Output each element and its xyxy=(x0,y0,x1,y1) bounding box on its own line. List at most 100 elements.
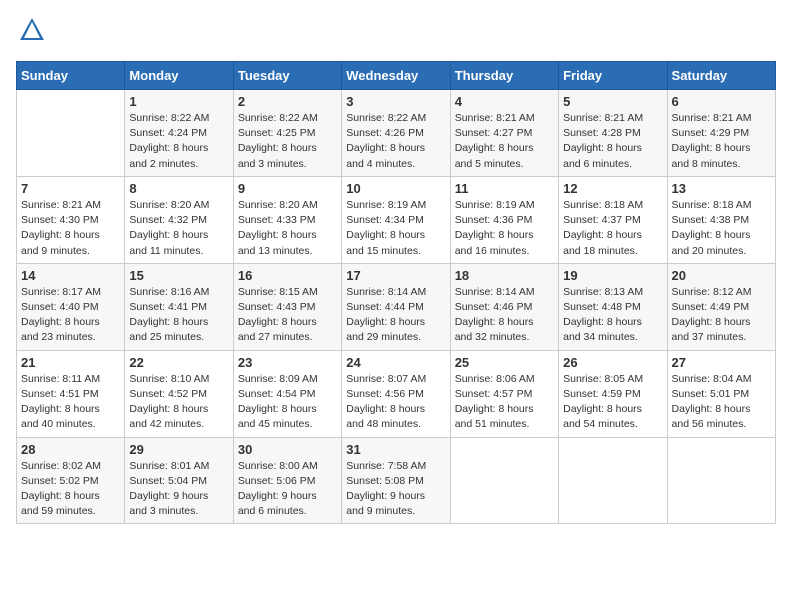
day-number: 27 xyxy=(672,355,771,370)
day-number: 17 xyxy=(346,268,445,283)
day-info: Sunrise: 8:10 AM Sunset: 4:52 PM Dayligh… xyxy=(129,372,228,433)
day-cell: 25 Sunrise: 8:06 AM Sunset: 4:57 PM Dayli… xyxy=(450,350,558,437)
week-row-3: 14Sunrise: 8:17 AM Sunset: 4:40 PM Dayli… xyxy=(17,263,776,350)
day-number: 26 xyxy=(563,355,662,370)
week-row-5: 28 Sunrise: 8:02 AM Sunset: 5:02 PM Dayli… xyxy=(17,437,776,524)
day-info: Sunrise: 8:09 AM Sunset: 4:54 PM Dayligh… xyxy=(238,372,337,433)
day-cell: 21 Sunrise: 8:11 AM Sunset: 4:51 PM Dayli… xyxy=(17,350,125,437)
day-cell: 30 Sunrise: 8:00 AM Sunset: 5:06 PM Dayli… xyxy=(233,437,341,524)
day-number: 4 xyxy=(455,94,554,109)
day-cell: 24 Sunrise: 8:07 AM Sunset: 4:56 PM Dayli… xyxy=(342,350,450,437)
day-info: Sunrise: 8:20 AM Sunset: 4:33 PM Dayligh… xyxy=(238,198,337,259)
day-cell xyxy=(559,437,667,524)
day-info: Sunrise: 8:06 AM Sunset: 4:57 PM Dayligh… xyxy=(455,372,554,433)
day-number: 11 xyxy=(455,181,554,196)
day-cell: 6Sunrise: 8:21 AM Sunset: 4:29 PM Daylig… xyxy=(667,90,775,177)
day-number: 29 xyxy=(129,442,228,457)
day-number: 24 xyxy=(346,355,445,370)
header-row: SundayMondayTuesdayWednesdayThursdayFrid… xyxy=(17,62,776,90)
day-info: Sunrise: 8:18 AM Sunset: 4:38 PM Dayligh… xyxy=(672,198,771,259)
day-number: 31 xyxy=(346,442,445,457)
day-cell: 10 Sunrise: 8:19 AM Sunset: 4:34 PM Dayli… xyxy=(342,176,450,263)
day-cell: 4 Sunrise: 8:21 AM Sunset: 4:27 PM Daylig… xyxy=(450,90,558,177)
day-cell xyxy=(450,437,558,524)
day-cell: 12Sunrise: 8:18 AM Sunset: 4:37 PM Dayli… xyxy=(559,176,667,263)
day-cell: 20 Sunrise: 8:12 AM Sunset: 4:49 PM Dayli… xyxy=(667,263,775,350)
day-cell xyxy=(667,437,775,524)
day-number: 13 xyxy=(672,181,771,196)
day-number: 6 xyxy=(672,94,771,109)
day-cell: 17 Sunrise: 8:14 AM Sunset: 4:44 PM Dayli… xyxy=(342,263,450,350)
day-number: 8 xyxy=(129,181,228,196)
day-number: 5 xyxy=(563,94,662,109)
day-cell: 14Sunrise: 8:17 AM Sunset: 4:40 PM Dayli… xyxy=(17,263,125,350)
day-number: 2 xyxy=(238,94,337,109)
day-number: 28 xyxy=(21,442,120,457)
day-info: Sunrise: 8:19 AM Sunset: 4:36 PM Dayligh… xyxy=(455,198,554,259)
day-info: Sunrise: 7:58 AM Sunset: 5:08 PM Dayligh… xyxy=(346,459,445,520)
day-info: Sunrise: 8:00 AM Sunset: 5:06 PM Dayligh… xyxy=(238,459,337,520)
day-number: 25 xyxy=(455,355,554,370)
day-number: 22 xyxy=(129,355,228,370)
day-info: Sunrise: 8:01 AM Sunset: 5:04 PM Dayligh… xyxy=(129,459,228,520)
week-row-2: 7 Sunrise: 8:21 AM Sunset: 4:30 PM Daylig… xyxy=(17,176,776,263)
day-info: Sunrise: 8:13 AM Sunset: 4:48 PM Dayligh… xyxy=(563,285,662,346)
day-cell: 28 Sunrise: 8:02 AM Sunset: 5:02 PM Dayli… xyxy=(17,437,125,524)
day-info: Sunrise: 8:14 AM Sunset: 4:44 PM Dayligh… xyxy=(346,285,445,346)
day-info: Sunrise: 8:19 AM Sunset: 4:34 PM Dayligh… xyxy=(346,198,445,259)
day-number: 9 xyxy=(238,181,337,196)
day-number: 30 xyxy=(238,442,337,457)
logo-triangle-icon xyxy=(18,16,46,44)
day-cell: 27 Sunrise: 8:04 AM Sunset: 5:01 PM Dayli… xyxy=(667,350,775,437)
day-cell: 15 Sunrise: 8:16 AM Sunset: 4:41 PM Dayli… xyxy=(125,263,233,350)
header-monday: Monday xyxy=(125,62,233,90)
header-sunday: Sunday xyxy=(17,62,125,90)
day-number: 3 xyxy=(346,94,445,109)
day-cell: 23Sunrise: 8:09 AM Sunset: 4:54 PM Dayli… xyxy=(233,350,341,437)
header-friday: Friday xyxy=(559,62,667,90)
day-number: 16 xyxy=(238,268,337,283)
day-info: Sunrise: 8:21 AM Sunset: 4:30 PM Dayligh… xyxy=(21,198,120,259)
day-number: 19 xyxy=(563,268,662,283)
day-cell: 22 Sunrise: 8:10 AM Sunset: 4:52 PM Dayli… xyxy=(125,350,233,437)
day-cell: 9 Sunrise: 8:20 AM Sunset: 4:33 PM Daylig… xyxy=(233,176,341,263)
day-cell: 7 Sunrise: 8:21 AM Sunset: 4:30 PM Daylig… xyxy=(17,176,125,263)
day-number: 20 xyxy=(672,268,771,283)
day-number: 15 xyxy=(129,268,228,283)
logo-text xyxy=(16,16,46,49)
day-info: Sunrise: 8:17 AM Sunset: 4:40 PM Dayligh… xyxy=(21,285,120,346)
day-info: Sunrise: 8:11 AM Sunset: 4:51 PM Dayligh… xyxy=(21,372,120,433)
day-cell: 11 Sunrise: 8:19 AM Sunset: 4:36 PM Dayli… xyxy=(450,176,558,263)
day-number: 7 xyxy=(21,181,120,196)
calendar-table: SundayMondayTuesdayWednesdayThursdayFrid… xyxy=(16,61,776,524)
day-info: Sunrise: 8:18 AM Sunset: 4:37 PM Dayligh… xyxy=(563,198,662,259)
day-info: Sunrise: 8:14 AM Sunset: 4:46 PM Dayligh… xyxy=(455,285,554,346)
day-info: Sunrise: 8:02 AM Sunset: 5:02 PM Dayligh… xyxy=(21,459,120,520)
day-cell: 16Sunrise: 8:15 AM Sunset: 4:43 PM Dayli… xyxy=(233,263,341,350)
header-tuesday: Tuesday xyxy=(233,62,341,90)
day-info: Sunrise: 8:12 AM Sunset: 4:49 PM Dayligh… xyxy=(672,285,771,346)
day-cell: 1 Sunrise: 8:22 AM Sunset: 4:24 PM Daylig… xyxy=(125,90,233,177)
day-info: Sunrise: 8:20 AM Sunset: 4:32 PM Dayligh… xyxy=(129,198,228,259)
day-number: 18 xyxy=(455,268,554,283)
day-info: Sunrise: 8:21 AM Sunset: 4:27 PM Dayligh… xyxy=(455,111,554,172)
day-number: 21 xyxy=(21,355,120,370)
header-wednesday: Wednesday xyxy=(342,62,450,90)
day-info: Sunrise: 8:07 AM Sunset: 4:56 PM Dayligh… xyxy=(346,372,445,433)
day-cell: 8 Sunrise: 8:20 AM Sunset: 4:32 PM Daylig… xyxy=(125,176,233,263)
day-cell: 29 Sunrise: 8:01 AM Sunset: 5:04 PM Dayli… xyxy=(125,437,233,524)
week-row-4: 21 Sunrise: 8:11 AM Sunset: 4:51 PM Dayli… xyxy=(17,350,776,437)
page-header xyxy=(16,16,776,49)
day-number: 1 xyxy=(129,94,228,109)
logo xyxy=(16,16,46,49)
day-cell: 31 Sunrise: 7:58 AM Sunset: 5:08 PM Dayli… xyxy=(342,437,450,524)
day-info: Sunrise: 8:05 AM Sunset: 4:59 PM Dayligh… xyxy=(563,372,662,433)
day-info: Sunrise: 8:22 AM Sunset: 4:24 PM Dayligh… xyxy=(129,111,228,172)
day-info: Sunrise: 8:16 AM Sunset: 4:41 PM Dayligh… xyxy=(129,285,228,346)
day-cell xyxy=(17,90,125,177)
day-info: Sunrise: 8:04 AM Sunset: 5:01 PM Dayligh… xyxy=(672,372,771,433)
week-row-1: 1 Sunrise: 8:22 AM Sunset: 4:24 PM Daylig… xyxy=(17,90,776,177)
header-saturday: Saturday xyxy=(667,62,775,90)
day-cell: 2Sunrise: 8:22 AM Sunset: 4:25 PM Daylig… xyxy=(233,90,341,177)
day-number: 10 xyxy=(346,181,445,196)
